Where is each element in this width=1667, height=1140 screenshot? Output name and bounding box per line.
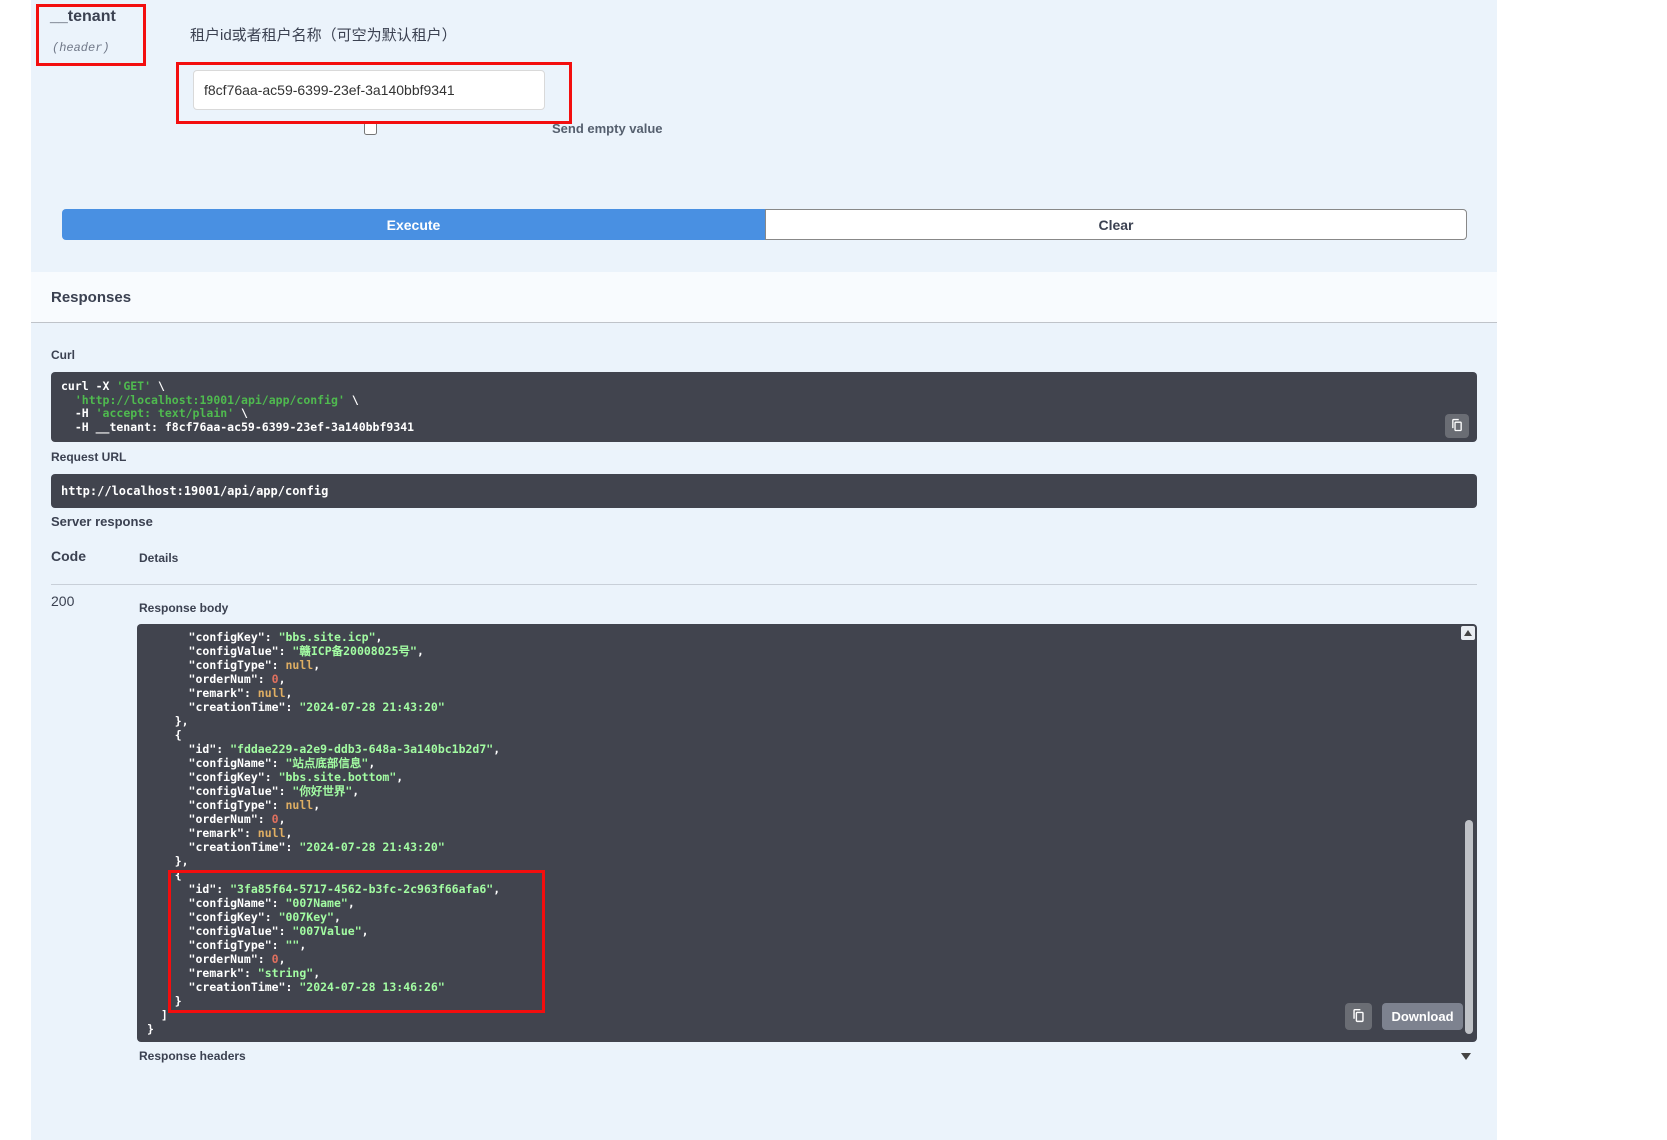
table-header-divider [51, 584, 1477, 585]
parameter-description: 租户id或者租户名称（可空为默认租户） [190, 24, 457, 45]
request-url-label: Request URL [51, 450, 126, 464]
responses-section-header: Responses [31, 272, 1497, 323]
curl-label: Curl [51, 348, 75, 362]
tenant-value-input[interactable] [193, 70, 545, 110]
swagger-api-page: __tenant (header) 租户id或者租户名称（可空为默认租户） Se… [0, 0, 1667, 1140]
send-empty-checkbox[interactable] [364, 122, 377, 135]
scrollbar-down-arrow[interactable] [1461, 1053, 1471, 1060]
response-headers-label: Response headers [139, 1049, 246, 1063]
response-body-block: "configKey": "bbs.site.icp", "configValu… [137, 624, 1477, 1042]
up-arrow-icon [1464, 630, 1472, 636]
responses-heading: Responses [51, 289, 131, 306]
response-copy-button[interactable] [1345, 1003, 1372, 1030]
execute-button[interactable]: Execute [62, 209, 765, 240]
response-body-code: "configKey": "bbs.site.icp", "configValu… [147, 630, 1467, 1036]
operation-block-body: __tenant (header) 租户id或者租户名称（可空为默认租户） Se… [31, 0, 1497, 1140]
curl-command: curl -X 'GET' \ 'http://localhost:19001/… [61, 380, 1467, 434]
request-url-block: http://localhost:19001/api/app/config [51, 474, 1477, 508]
request-url-value: http://localhost:19001/api/app/config [61, 483, 1467, 499]
curl-copy-button[interactable] [1445, 414, 1469, 438]
details-column-header: Details [139, 551, 178, 565]
status-code: 200 [51, 593, 74, 609]
clear-button[interactable]: Clear [765, 209, 1467, 240]
parameter-name: __tenant [50, 8, 116, 26]
execute-wrapper: Execute Clear [62, 209, 1467, 240]
curl-block: curl -X 'GET' \ 'http://localhost:19001/… [51, 372, 1477, 442]
download-button[interactable]: Download [1382, 1003, 1463, 1030]
scrollbar-up-arrow[interactable] [1461, 626, 1475, 640]
send-empty-label: Send empty value [552, 121, 663, 136]
copy-icon [1351, 1008, 1366, 1026]
copy-icon [1450, 418, 1464, 435]
code-column-header: Code [51, 548, 86, 564]
server-response-label: Server response [51, 514, 153, 529]
parameter-location: (header) [52, 41, 110, 55]
response-body-label: Response body [139, 601, 228, 615]
scrollbar-thumb[interactable] [1465, 820, 1473, 1034]
